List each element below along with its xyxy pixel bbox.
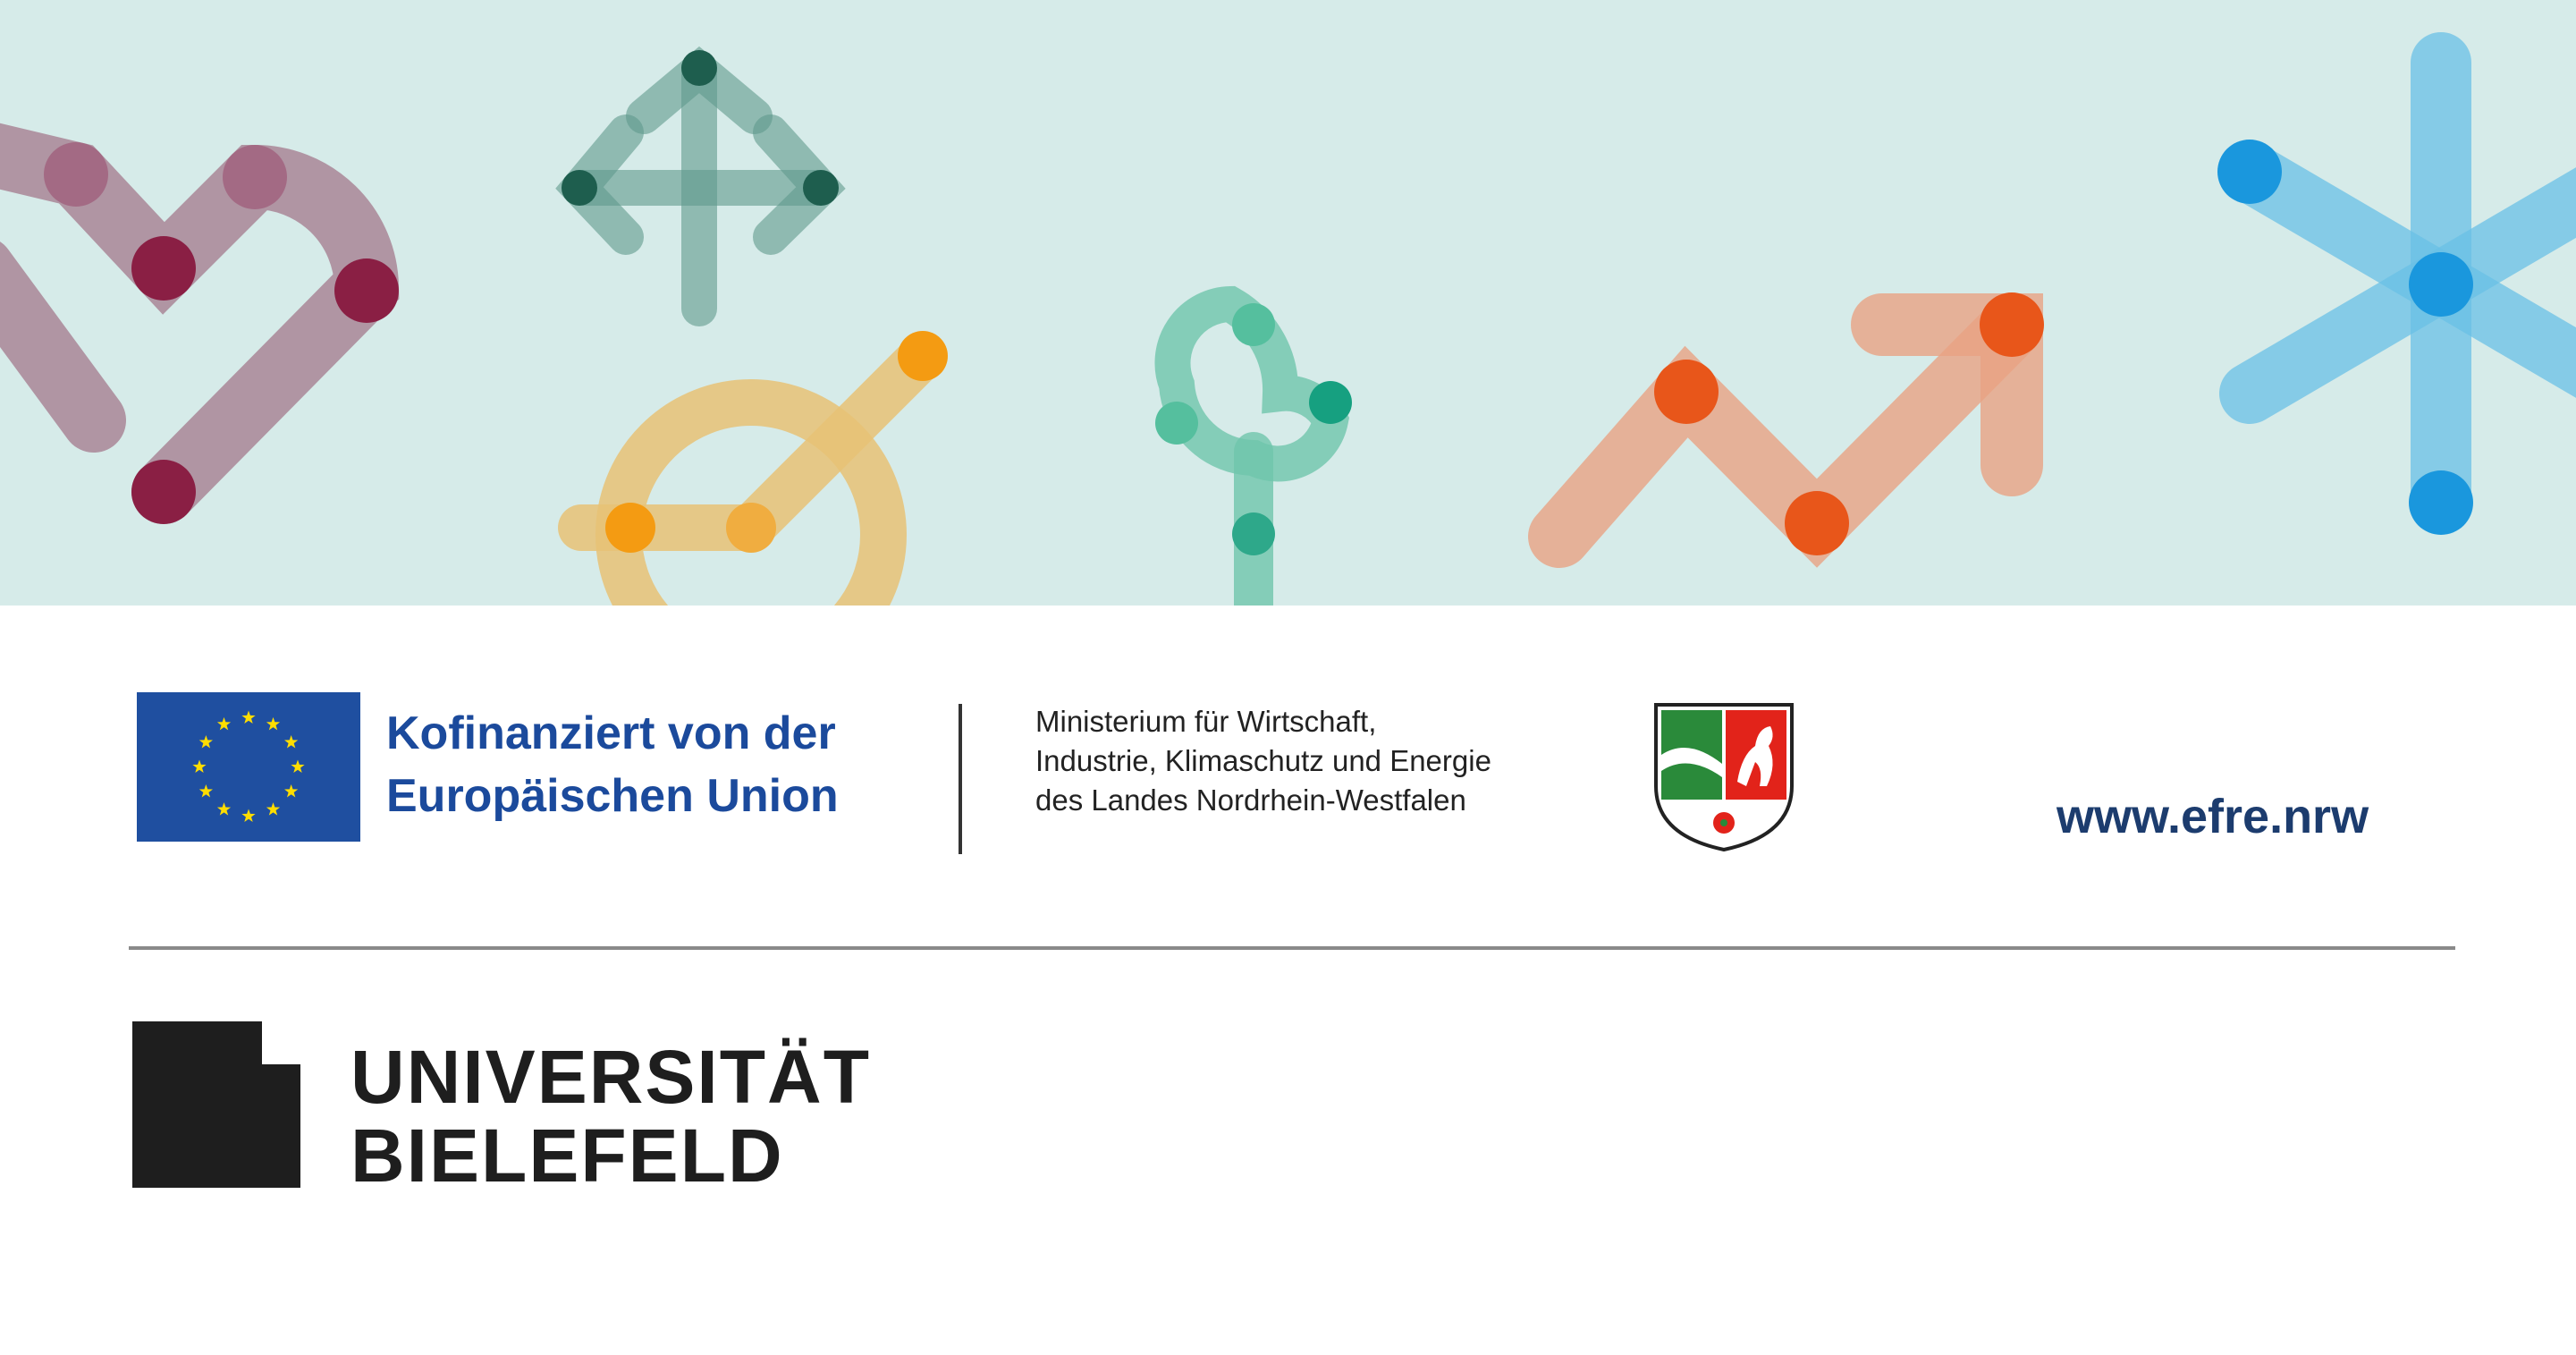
nrw-coat-of-arms-icon <box>1654 703 1794 852</box>
funding-logos: Kofinanziert von der Europäischen Union … <box>0 606 2576 945</box>
eu-cofunding-label: Kofinanziert von der Europäischen Union <box>386 702 839 827</box>
ministry-line-2: Industrie, Klimaschutz und Energie <box>1035 744 1491 777</box>
tree-icon <box>1154 285 1352 606</box>
header-banner <box>0 0 2576 606</box>
trend-arrow-icon <box>1528 292 2044 568</box>
banner-illustration <box>0 32 2576 606</box>
asterisk-icon <box>2217 32 2576 535</box>
eu-line-1: Kofinanziert von der <box>386 707 836 759</box>
ministry-label: Ministerium für Wirtschaft, Industrie, K… <box>1035 702 1491 820</box>
logo-divider <box>959 704 962 854</box>
university-wordmark: UNIVERSITÄT BIELEFELD <box>351 1037 871 1195</box>
eu-flag-icon <box>137 692 360 842</box>
arrows-icon <box>555 46 846 326</box>
university-logo-icon <box>132 1021 300 1188</box>
heart-icon <box>0 123 400 524</box>
university-line-1: UNIVERSITÄT <box>351 1035 872 1119</box>
efre-website-link[interactable]: www.efre.nrw <box>2057 789 2369 844</box>
eu-line-2: Europäischen Union <box>386 770 839 822</box>
university-line-2: BIELEFELD <box>351 1114 784 1198</box>
target-icon <box>558 331 948 606</box>
ministry-line-1: Ministerium für Wirtschaft, <box>1035 705 1377 738</box>
ministry-line-3: des Landes Nordrhein-Westfalen <box>1035 783 1466 817</box>
section-divider <box>129 946 2455 950</box>
